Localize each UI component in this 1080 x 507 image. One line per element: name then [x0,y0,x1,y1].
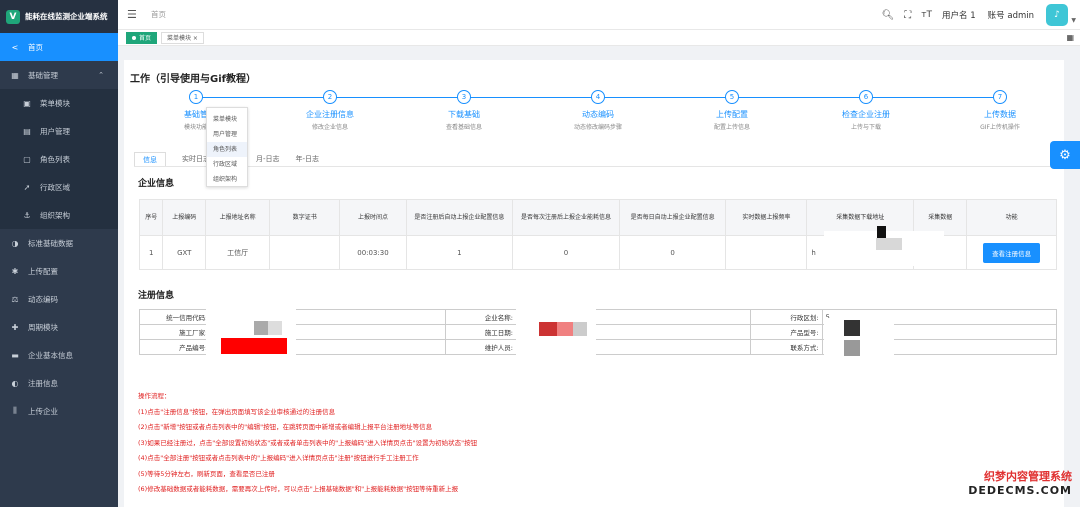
user-icon: ▤ [23,126,31,136]
sidebar-item-admin-region[interactable]: ➚ 行政区域 [0,173,118,201]
tag-home[interactable]: 首页 [126,31,158,44]
music-note-icon: ♪ [1054,10,1060,20]
dropdown-item-menu-module[interactable]: 菜单模块 [207,112,247,127]
tabs-divider [134,166,1054,167]
step-5[interactable]: 5 上传配置 配置上传信息 [682,90,782,131]
dropdown-item-admin-region[interactable]: 行政区域 [207,157,247,172]
step-6[interactable]: 6 检查企业注册 上传与下载 [816,90,916,131]
tab-year-log[interactable]: 年-日志 [296,152,320,166]
scale-icon: ⚖ [11,294,19,304]
sidebar-item-cycle-module[interactable]: ✚ 周期模块 [0,313,118,341]
share-icon: < [11,42,19,52]
chart-icon: ▦ [11,70,19,80]
grid-icon[interactable]: ▦ [1066,33,1074,42]
main-content: 工作（引导使用与Gif教程） 1 基础管 模块功能 2 企业注册信息 修改企业信息 3下… [124,60,1064,507]
sidebar-item-role-list[interactable]: ▢ 角色列表 [0,145,118,173]
account-label[interactable]: 账号 admin [988,9,1034,21]
redaction-block [876,238,902,250]
fullscreen-icon[interactable]: ⛶ [904,10,911,21]
breadcrumb[interactable]: 首页 [151,9,166,20]
section-title-register: 注册信息 [138,291,175,301]
redaction-block [844,320,860,336]
redaction-block [268,321,282,335]
bars-icon: ⫼ [13,406,17,415]
person-icon: ▢ [23,154,31,164]
settings-float-button[interactable]: ⚙ [1050,141,1080,169]
sidebar-item-standard-data[interactable]: ◑ 标准基础数据 [0,229,118,257]
avatar[interactable]: ♪ ▼ [1046,4,1076,26]
car-icon: ▬ [11,350,19,360]
dropdown-item-org-structure[interactable]: 组织架构 [207,172,247,187]
font-size-icon[interactable]: ᴛT [921,10,932,20]
step-4[interactable]: 4 动态编码 动态修改编码步骤 [548,90,648,131]
sidebar-item-upload-config[interactable]: ✱ 上传配置 [0,257,118,285]
step-7[interactable]: 7 上传数据 GIF上传机操作 [950,90,1050,131]
redaction-block [254,321,268,335]
gear-icon: ✱ [11,266,19,276]
step-3[interactable]: 3 下载基础 查看基础信息 [414,90,514,131]
redaction-block [844,340,860,356]
redaction-block [539,322,557,336]
app-title: 能耗在线监测企业端系统 [25,12,108,21]
sidebar-item-register-info[interactable]: ◐ 注册信息 [0,369,118,397]
redaction-block [573,322,587,336]
step-dropdown-menu: 菜单模块 用户管理 角色列表 行政区域 组织架构 [206,107,248,187]
logo-icon: V [6,9,20,24]
section-title-enterprise: 企业信息 [138,179,175,189]
hamburger-icon[interactable]: ☰ [127,8,139,21]
redaction-block [877,226,886,238]
step-2[interactable]: 2 企业注册信息 修改企业信息 [280,90,380,131]
page-title: 工作（引导使用与Gif教程） [130,74,256,85]
anchor-icon: ⚓ [23,210,31,220]
chevron-up-icon: ⌃ [98,71,104,79]
cross-icon: ✚ [11,322,19,332]
dropdown-item-user-management[interactable]: 用户管理 [207,127,247,142]
sidebar-item-basic-management[interactable]: ▦ 基础管理 ⌃ [0,61,118,89]
tag-menu-module[interactable]: 菜单模块 × [161,31,204,44]
sidebar: V 能耗在线监测企业端系统 < 首页 ▦ 基础管理 ⌃ ▣ 菜单模块 ▤ 用户管理 ▢ 角色… [0,0,118,507]
operation-notes: 操作流程： (1)点击"注册信息"按钮，在弹出页面填写该企业审核通过的注册信息 … [138,392,478,493]
search-icon[interactable]: 🔍︎ [882,10,895,21]
id-card-icon: ▣ [23,98,31,108]
half-circle-icon: ◐ [11,378,19,388]
dropdown-item-role-list[interactable]: 角色列表 [207,142,247,157]
sidebar-item-dynamic-code[interactable]: ⚖ 动态编码 [0,285,118,313]
top-bar: ☰ 首页 🔍︎ ⛶ ᴛT 用户名 1 账号 admin ♪ ▼ [118,0,1080,30]
view-register-info-button[interactable]: 查看注册信息 [983,242,1041,263]
sidebar-item-enterprise-info[interactable]: ▬ 企业基本信息 [0,341,118,369]
sidebar-item-user-management[interactable]: ▤ 用户管理 [0,117,118,145]
gear-icon: ⚙ [1059,147,1071,163]
dot-icon [132,35,136,40]
tags-view: 首页 菜单模块 × ▦ [118,30,1080,46]
tab-info[interactable]: 信息 [134,152,166,166]
half-circle-icon: ◑ [11,238,19,248]
sidebar-item-org-structure[interactable]: ⚓ 组织架构 [0,201,118,229]
sidebar-item-menu-module[interactable]: ▣ 菜单模块 [0,89,118,117]
watermark: 织梦内容管理系统 DEDECMS.COM [968,470,1072,497]
redaction-block [221,338,287,354]
sidebar-item-upload-enterprise[interactable]: ⫼ 上传企业 [0,397,118,425]
cursor-icon: ➚ [23,182,31,192]
username-label: 用户名 1 [942,11,976,21]
redaction-block [557,322,573,336]
caret-down-icon: ▼ [1071,17,1076,24]
tab-month-log[interactable]: 月-日志 [256,152,280,166]
sidebar-item-home[interactable]: < 首页 [0,33,118,61]
app-logo[interactable]: V 能耗在线监测企业端系统 [0,0,118,33]
